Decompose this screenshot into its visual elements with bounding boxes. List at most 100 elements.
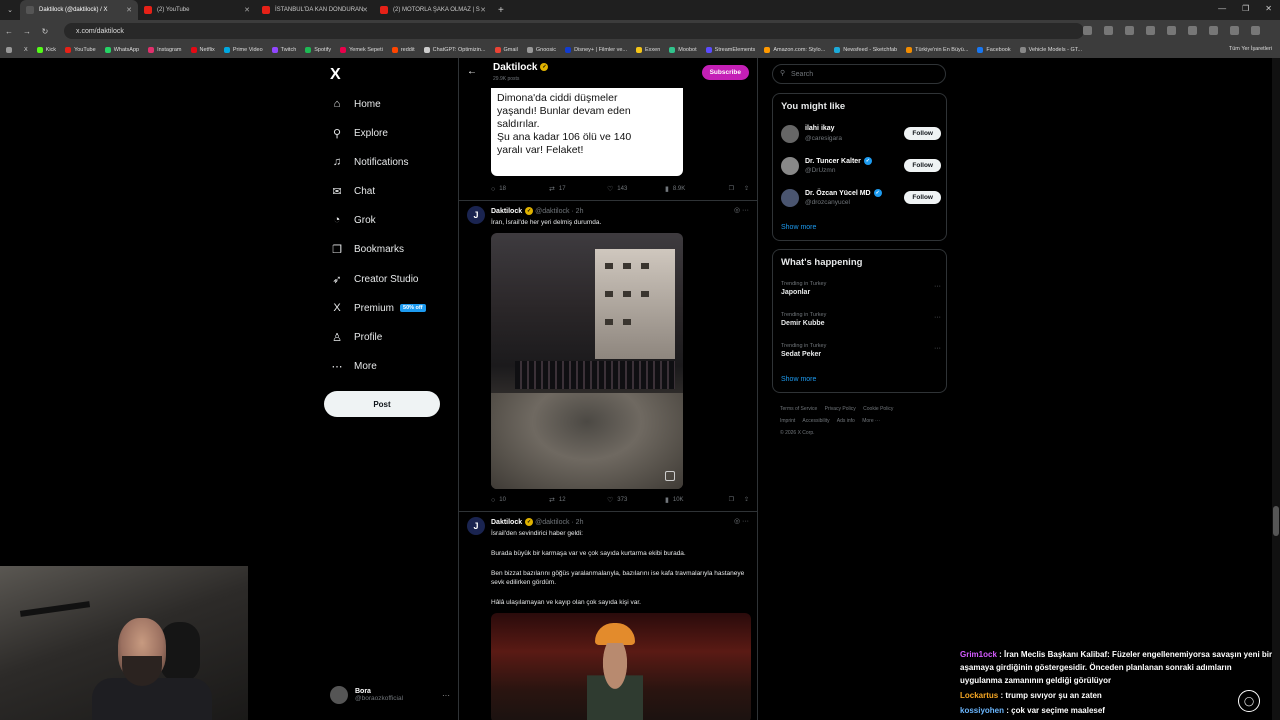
tweet-author[interactable]: Daktilock ✓ @daktilock · 2h — [491, 518, 583, 526]
timeline[interactable]: ← Daktilock ✓ 29.9K posts Subscribe Dimon… — [458, 58, 758, 720]
trend-item[interactable]: Trending in Turkey Demir Kubbe ··· — [781, 312, 941, 327]
x-logo-icon[interactable]: X — [330, 66, 341, 84]
bookmark-item[interactable]: Amazon.com: Stylo... — [764, 47, 825, 53]
share-icon[interactable]: ⇪ — [744, 185, 749, 193]
close-icon[interactable]: ✕ — [480, 6, 486, 14]
share-icon[interactable]: ⇪ — [744, 496, 749, 504]
post-button[interactable]: Post — [324, 391, 440, 417]
nav-item-home[interactable]: ⌂ Home — [330, 98, 381, 110]
bookmark-item[interactable]: StreamElements — [705, 47, 755, 53]
menu-icon[interactable] — [1251, 26, 1260, 35]
browser-tab-3[interactable]: (2) MOTORLA ŞAKA OLMAZ | S ✕ — [374, 0, 492, 20]
more-options-icon[interactable]: ◎ ··· — [734, 517, 749, 525]
nav-item-notifications[interactable]: ♫ Notifications — [330, 156, 409, 168]
minimize-icon[interactable]: — — [1218, 4, 1226, 13]
follow-button[interactable]: Follow — [904, 127, 941, 140]
close-icon[interactable]: ✕ — [244, 6, 250, 14]
reply-button[interactable]: ○ 10 — [491, 496, 549, 504]
bookmark-icon[interactable]: ❐ — [729, 185, 734, 193]
nav-item-explore[interactable]: ⚲ Explore — [330, 127, 388, 140]
bookmark-item[interactable]: Newsfeed - Sketchfab — [834, 47, 897, 53]
nav-item-premium[interactable]: X Premium 50% off — [330, 302, 426, 314]
trend-item[interactable]: Trending in Turkey Sedat Peker ··· — [781, 343, 941, 358]
media-expand-icon[interactable] — [665, 471, 675, 481]
bookmark-item[interactable]: Prime Video — [223, 47, 263, 53]
bookmark-item[interactable]: Disney+ | Filmler ve... — [565, 47, 627, 53]
page-scrollbar[interactable] — [1272, 58, 1280, 720]
extension-icon[interactable] — [1209, 26, 1218, 35]
bookmark-item[interactable]: Gmail — [494, 47, 518, 53]
apps-icon[interactable] — [6, 47, 15, 53]
extension-icon[interactable] — [1188, 26, 1197, 35]
suggestion-row[interactable]: Dr. Özcan Yücel MD ✓ @drozcanyucel Follow — [781, 187, 941, 211]
address-bar[interactable]: x.com/daktilock — [64, 23, 1084, 39]
close-icon[interactable]: ✕ — [126, 6, 132, 14]
bookmark-item[interactable]: Exxen — [636, 47, 660, 53]
extension-icon[interactable] — [1125, 26, 1134, 35]
x-bookmark-icon[interactable]: X — [24, 47, 28, 53]
bookmark-item[interactable]: Twitch — [271, 47, 296, 53]
extension-icon[interactable] — [1083, 26, 1092, 35]
back-arrow-icon[interactable]: ← — [0, 27, 18, 36]
footer-link[interactable]: Cookie Policy — [863, 406, 893, 412]
views-button[interactable]: ▮ 8.9K — [665, 185, 723, 193]
bookmark-item[interactable]: Kick — [36, 47, 56, 53]
maximize-icon[interactable]: ❐ — [1242, 4, 1249, 13]
nav-item-profile[interactable]: ♙ Profile — [330, 331, 382, 344]
suggestion-row[interactable]: Dr. Tuncer Kalter ✓ @DrUzmn Follow — [781, 155, 941, 179]
follow-button[interactable]: Follow — [904, 159, 941, 172]
tweet-video[interactable] — [491, 613, 751, 720]
bookmark-item[interactable]: Spotify — [305, 47, 331, 53]
bookmark-item[interactable]: Netflix — [190, 47, 215, 53]
avatar[interactable]: J — [467, 206, 485, 224]
repost-button[interactable]: ⇄ 17 — [549, 185, 607, 193]
bookmark-item[interactable]: Yemek Sepeti — [340, 47, 383, 53]
repost-button[interactable]: ⇄ 12 — [549, 496, 607, 504]
bookmark-item[interactable]: reddit — [391, 47, 415, 53]
avatar[interactable]: J — [467, 517, 485, 535]
nav-item-grok[interactable]: ◔ Grok — [330, 214, 376, 226]
back-arrow-icon[interactable]: ← — [467, 66, 477, 77]
tab-search-icon[interactable]: ⌄ — [0, 0, 20, 20]
bookmark-item[interactable]: WhatsApp — [104, 47, 139, 53]
nav-item-chat[interactable]: ✉ Chat — [330, 185, 375, 198]
bookmark-item[interactable]: Türkiye'nin En Büyü... — [906, 47, 968, 53]
like-button[interactable]: ♡ 143 — [607, 185, 665, 193]
scrollbar-thumb[interactable] — [1273, 506, 1279, 536]
subscribe-button[interactable]: Subscribe — [701, 65, 749, 80]
tweet-author[interactable]: Daktilock ✓ @daktilock · 2h — [491, 207, 583, 215]
chat-bubble-icon[interactable]: ◯ — [1238, 690, 1260, 712]
footer-link[interactable]: Privacy Policy — [825, 406, 856, 412]
footer-link[interactable]: Terms of Service — [780, 406, 817, 412]
follow-button[interactable]: Follow — [904, 191, 941, 204]
search-input[interactable]: ⚲ Search — [772, 64, 946, 84]
extension-icon[interactable] — [1104, 26, 1113, 35]
bookmark-icon[interactable]: ❐ — [729, 496, 734, 504]
nav-item-bookmarks[interactable]: ❐ Bookmarks — [330, 243, 404, 256]
views-button[interactable]: ▮ 10K — [665, 496, 723, 504]
like-button[interactable]: ♡ 373 — [607, 496, 665, 504]
tweet-photo[interactable] — [491, 233, 683, 489]
suggestion-row[interactable]: ilahi ikay @caresigara Follow — [781, 123, 941, 147]
show-more-link[interactable]: Show more — [781, 376, 816, 383]
bookmark-item[interactable]: Vehicle Models - GT... — [1019, 47, 1082, 53]
extension-icon[interactable] — [1167, 26, 1176, 35]
nav-item-creator-studio[interactable]: ➶ Creator Studio — [330, 273, 418, 286]
all-bookmarks-link[interactable]: Tüm Yer İşaretleri — [1229, 46, 1272, 52]
footer-link[interactable]: More ··· — [862, 418, 880, 424]
more-options-icon[interactable]: ◎ ··· — [734, 206, 749, 214]
bookmark-item[interactable]: ChatGPT: Optimizin... — [423, 47, 486, 53]
close-icon[interactable]: ✕ — [362, 6, 368, 14]
browser-tab-0[interactable]: Daktilock (@daktilock) / X ✕ — [20, 0, 138, 20]
trend-item[interactable]: Trending in Turkey Japonlar ··· — [781, 281, 941, 296]
footer-link[interactable]: Ads info — [837, 418, 855, 424]
more-options-icon[interactable]: ··· — [934, 345, 941, 352]
bookmark-item[interactable]: Instagram — [148, 47, 182, 53]
reply-button[interactable]: ○ 18 — [491, 185, 549, 193]
new-tab-button[interactable]: + — [498, 5, 504, 16]
browser-tab-2[interactable]: İSTANBUL'DA KAN DONDURAN ✕ — [256, 0, 374, 20]
bookmark-item[interactable]: Moobot — [669, 47, 697, 53]
extension-icon[interactable] — [1146, 26, 1155, 35]
account-switcher[interactable]: Bora @boraozkofficial ··· — [330, 686, 450, 704]
nav-item-more[interactable]: ⋯ More — [330, 360, 377, 373]
